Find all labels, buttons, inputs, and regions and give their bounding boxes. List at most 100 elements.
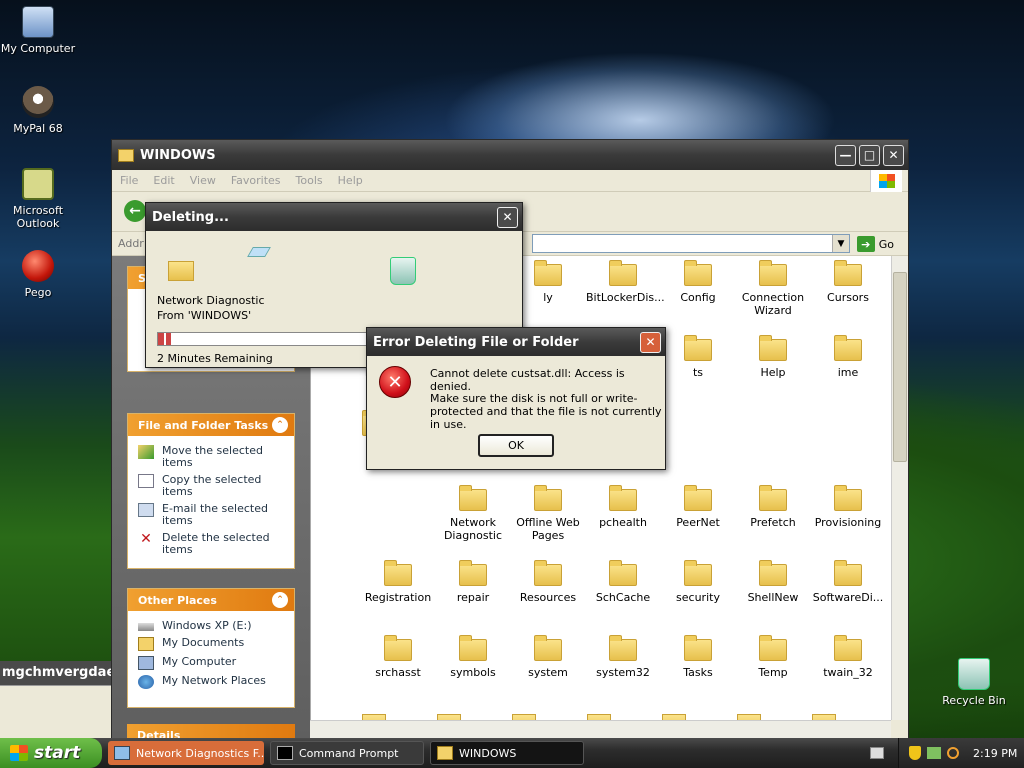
folder-icon: [437, 746, 453, 760]
desktop-partial-text: mgchmvergdae...: [0, 661, 111, 685]
folder-label: Help: [760, 366, 786, 379]
other-places-panel: Other Places ⌃ Windows XP (E:) My Docume…: [127, 588, 295, 708]
close-button[interactable]: ✕: [497, 206, 518, 228]
close-button[interactable]: ✕: [640, 331, 661, 353]
close-button[interactable]: ✕: [883, 144, 904, 166]
search-icon[interactable]: [947, 747, 959, 759]
folder-item[interactable]: Registration: [361, 560, 435, 604]
vertical-scrollbar[interactable]: [891, 256, 908, 720]
folder-icon: [384, 635, 412, 661]
folder-item[interactable]: twain_32: [811, 635, 885, 679]
chevron-down-icon[interactable]: ▼: [832, 235, 849, 252]
folder-item[interactable]: system: [511, 635, 585, 679]
ok-button[interactable]: OK: [478, 434, 554, 457]
taskbar-item-network-diagnostics[interactable]: Network Diagnostics F...: [108, 741, 264, 765]
folder-item[interactable]: Network Diagnostic: [436, 485, 510, 542]
folder-item[interactable]: PeerNet: [661, 485, 735, 529]
taskbar-item-command-prompt[interactable]: Command Prompt: [270, 741, 424, 765]
deleting-dialog-titlebar[interactable]: Deleting... ✕: [146, 203, 522, 231]
window-titlebar[interactable]: WINDOWS — □ ✕: [112, 140, 908, 170]
folder-item[interactable]: security: [661, 560, 735, 604]
folder-label: Cursors: [827, 291, 869, 304]
desktop-icon-label: My Computer: [0, 42, 76, 55]
folder-item[interactable]: Offline Web Pages: [511, 485, 585, 542]
folder-item[interactable]: Help: [736, 335, 810, 379]
folder-item[interactable]: pchealth: [586, 485, 660, 529]
folder-item[interactable]: Temp: [736, 635, 810, 679]
place-my-documents[interactable]: My Documents: [128, 634, 294, 653]
folder-item[interactable]: Resources: [511, 560, 585, 604]
folder-item[interactable]: ime: [811, 335, 885, 379]
network-tray-icon[interactable]: [927, 747, 941, 759]
folder-item[interactable]: SchCache: [586, 560, 660, 604]
menu-edit[interactable]: Edit: [153, 174, 174, 187]
folder-icon: [759, 560, 787, 586]
folder-icon: [534, 260, 562, 286]
folder-item[interactable]: Provisioning: [811, 485, 885, 529]
error-dialog[interactable]: Error Deleting File or Folder ✕ ✕ Cannot…: [366, 327, 666, 470]
folder-item[interactable]: srchasst: [361, 635, 435, 679]
desktop-icon-recycle-bin[interactable]: Recycle Bin: [936, 658, 1012, 707]
task-label: Move the selected items: [162, 444, 263, 469]
folder-item[interactable]: Cursors: [811, 260, 885, 304]
go-button[interactable]: ➔ Go: [856, 236, 894, 252]
folder-icon: [609, 485, 637, 511]
folder-item[interactable]: symbols: [436, 635, 510, 679]
task-label: Command Prompt: [299, 746, 399, 760]
folder-item[interactable]: Connection Wizard: [736, 260, 810, 317]
back-button[interactable]: ←: [124, 200, 146, 222]
task-label: E-mail the selected items: [162, 502, 268, 527]
folder-item[interactable]: BitLockerDis...: [586, 260, 665, 304]
horizontal-scrollbar[interactable]: [310, 720, 891, 738]
desktop-icon-my-computer[interactable]: My Computer: [0, 6, 76, 55]
menu-help[interactable]: Help: [338, 174, 363, 187]
folder-item[interactable]: system32: [586, 635, 660, 679]
shield-icon[interactable]: [909, 746, 921, 760]
desktop-icon-mypal[interactable]: MyPal 68: [0, 86, 76, 135]
desktop-icon-label: MyPal 68: [13, 122, 63, 135]
place-windows-xp-drive[interactable]: Windows XP (E:): [128, 617, 294, 634]
task-delete[interactable]: ✕ Delete the selected items: [128, 529, 294, 558]
menu-favorites[interactable]: Favorites: [231, 174, 281, 187]
place-my-network-places[interactable]: My Network Places: [128, 672, 294, 691]
desktop-icon-pego[interactable]: Pego: [0, 250, 76, 299]
task-email[interactable]: E-mail the selected items: [128, 500, 294, 529]
task-copy[interactable]: Copy the selected items: [128, 471, 294, 500]
place-my-computer[interactable]: My Computer: [128, 653, 294, 672]
other-places-header[interactable]: Other Places ⌃: [128, 589, 294, 611]
task-label: Copy the selected items: [162, 473, 262, 498]
collapse-chevron-icon[interactable]: ⌃: [272, 592, 288, 608]
mypal-icon: [22, 86, 54, 118]
folder-label: Network Diagnostic: [443, 516, 503, 542]
folder-item[interactable]: ts: [661, 335, 735, 379]
folder-label: ts: [692, 366, 704, 379]
address-input[interactable]: ▼: [532, 234, 850, 253]
folder-label: ShellNew: [747, 591, 799, 604]
taskbar-item-windows-folder[interactable]: WINDOWS: [430, 741, 584, 765]
folder-item[interactable]: Config: [661, 260, 735, 304]
folder-item[interactable]: Prefetch: [736, 485, 810, 529]
folder-item[interactable]: Tasks: [661, 635, 735, 679]
file-tasks-header[interactable]: File and Folder Tasks ⌃: [128, 414, 294, 436]
other-places-title: Other Places: [138, 593, 217, 607]
menu-file[interactable]: File: [120, 174, 138, 187]
clock[interactable]: 2:19 PM: [973, 747, 1017, 760]
recycle-bin-icon: [958, 658, 990, 690]
collapse-chevron-icon[interactable]: ⌃: [272, 417, 288, 433]
task-move[interactable]: Move the selected items: [128, 442, 294, 471]
scrollbar-thumb[interactable]: [893, 272, 907, 462]
menu-view[interactable]: View: [190, 174, 216, 187]
folder-item[interactable]: repair: [436, 560, 510, 604]
keyboard-icon[interactable]: [870, 747, 884, 759]
folder-item[interactable]: ShellNew: [736, 560, 810, 604]
maximize-button[interactable]: □: [859, 144, 880, 166]
folder-icon: [834, 485, 862, 511]
error-dialog-titlebar[interactable]: Error Deleting File or Folder ✕: [367, 328, 665, 356]
desktop-icon-outlook[interactable]: Microsoft Outlook: [0, 168, 76, 230]
minimize-button[interactable]: —: [835, 144, 856, 166]
go-arrow-icon: ➔: [856, 236, 875, 252]
start-button[interactable]: start: [0, 738, 102, 768]
folder-item[interactable]: SoftwareDi...: [811, 560, 885, 604]
menu-tools[interactable]: Tools: [296, 174, 323, 187]
folder-icon: [534, 560, 562, 586]
